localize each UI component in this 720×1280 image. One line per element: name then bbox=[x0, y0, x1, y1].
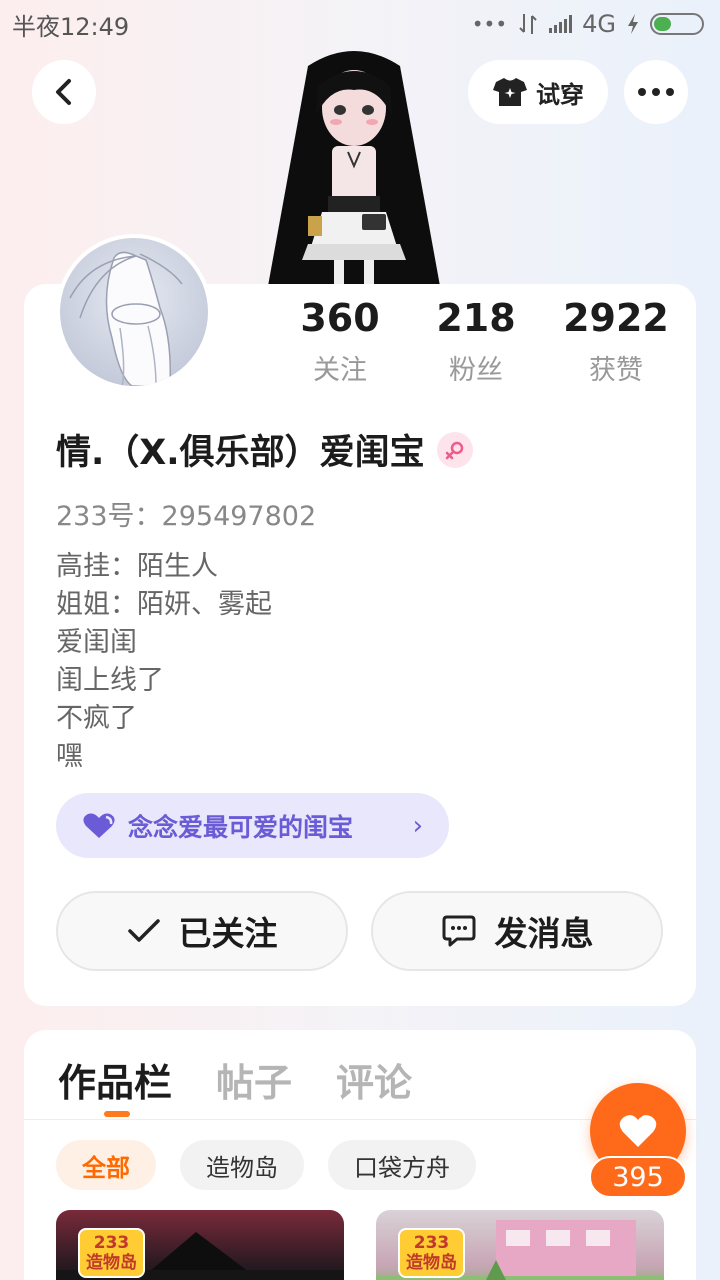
like-count: 395 bbox=[589, 1156, 687, 1198]
charging-icon bbox=[628, 14, 638, 34]
avatar-image bbox=[69, 251, 183, 386]
likes-count: 2922 bbox=[563, 296, 669, 340]
status-time: 半夜12:49 bbox=[12, 12, 130, 41]
more-horizontal-icon bbox=[638, 88, 674, 96]
following-label: 关注 bbox=[313, 355, 367, 386]
work-thumbnail[interactable]: 233 造物岛 bbox=[56, 1210, 344, 1280]
female-gender-icon bbox=[436, 431, 473, 468]
tshirt-icon bbox=[493, 78, 527, 106]
followers-count: 218 bbox=[436, 296, 516, 340]
followers-stat[interactable]: 218 粉丝 bbox=[406, 294, 546, 387]
user-nickname: 情.（X.俱乐部）爱闺宝 bbox=[56, 433, 425, 473]
follow-label: 已关注 bbox=[178, 914, 278, 953]
thumbnail-logo: 233 造物岛 bbox=[78, 1228, 145, 1278]
nickname-row: 情.（X.俱乐部）爱闺宝 bbox=[56, 424, 473, 475]
more-button[interactable] bbox=[624, 60, 688, 124]
chip-all[interactable]: 全部 bbox=[56, 1140, 156, 1190]
works-tabs: 作品栏 帖子 评论 bbox=[58, 1052, 412, 1107]
signal-icon bbox=[549, 15, 573, 33]
chevron-left-icon bbox=[56, 79, 71, 105]
status-dots: ••• bbox=[471, 12, 508, 36]
try-on-button[interactable]: 试穿 bbox=[468, 60, 608, 124]
follow-button[interactable]: 已关注 bbox=[56, 891, 348, 971]
work-thumbnail[interactable]: 233 造物岛 bbox=[376, 1210, 664, 1280]
status-icons: ••• 4G bbox=[472, 10, 704, 38]
likes-stat[interactable]: 2922 获赞 bbox=[546, 294, 686, 387]
network-type: 4G bbox=[582, 10, 616, 38]
bio-line: 姐姐：陌妍、雾起 bbox=[56, 589, 272, 620]
tab-posts[interactable]: 帖子 bbox=[216, 1052, 292, 1107]
category-chips: 全部 造物岛 口袋方舟 bbox=[56, 1140, 476, 1190]
tab-works[interactable]: 作品栏 bbox=[58, 1052, 172, 1107]
chip-pocket-ark[interactable]: 口袋方舟 bbox=[328, 1140, 476, 1190]
heart-icon bbox=[619, 1115, 657, 1147]
back-button[interactable] bbox=[32, 60, 96, 124]
tab-comments[interactable]: 评论 bbox=[336, 1052, 412, 1107]
chip-creation-island[interactable]: 造物岛 bbox=[180, 1140, 304, 1190]
thumbnail-logo-top: 233 bbox=[413, 1233, 450, 1253]
thumbnail-logo-bottom: 造物岛 bbox=[86, 1253, 137, 1273]
message-button[interactable]: 发消息 bbox=[371, 891, 663, 971]
likes-label: 获赞 bbox=[589, 355, 643, 386]
status-bar: 半夜12:49 ••• 4G bbox=[0, 0, 720, 48]
thumbnail-logo-bottom: 造物岛 bbox=[406, 1253, 457, 1273]
user-id: 233号：295497802 bbox=[56, 501, 317, 532]
following-count: 360 bbox=[300, 296, 380, 340]
thumbnail-logo: 233 造物岛 bbox=[398, 1228, 465, 1278]
active-tab-indicator bbox=[104, 1111, 130, 1117]
works-card: 作品栏 帖子 评论 全部 造物岛 口袋方舟 233 造物岛 233 造物岛 bbox=[24, 1030, 696, 1280]
bio-line: 不疯了 bbox=[56, 703, 137, 734]
character-avatar-figure[interactable] bbox=[268, 46, 440, 286]
thumbnail-logo-top: 233 bbox=[93, 1233, 130, 1253]
bio-line: 嘿 bbox=[56, 741, 83, 772]
user-bio: 高挂：陌生人 姐姐：陌妍、雾起 爱闺闺 闺上线了 不疯了 嘿 bbox=[56, 548, 272, 776]
message-icon bbox=[442, 915, 475, 947]
heart-icon bbox=[83, 813, 115, 838]
data-transfer-icon bbox=[519, 14, 537, 34]
message-label: 发消息 bbox=[494, 914, 594, 953]
bio-line: 闺上线了 bbox=[56, 665, 164, 696]
try-on-label: 试穿 bbox=[536, 80, 584, 109]
battery-icon bbox=[650, 13, 704, 35]
check-icon bbox=[127, 919, 160, 942]
fan-group-label: 念念爱最可爱的闺宝 bbox=[128, 812, 354, 842]
fan-group-pill[interactable]: 念念爱最可爱的闺宝 › bbox=[56, 793, 449, 858]
user-avatar[interactable] bbox=[56, 234, 212, 390]
followers-label: 粉丝 bbox=[449, 355, 503, 386]
bio-line: 高挂：陌生人 bbox=[56, 551, 218, 582]
bio-line: 爱闺闺 bbox=[56, 627, 137, 658]
chevron-right-icon: › bbox=[412, 810, 423, 841]
following-stat[interactable]: 360 关注 bbox=[270, 294, 410, 387]
